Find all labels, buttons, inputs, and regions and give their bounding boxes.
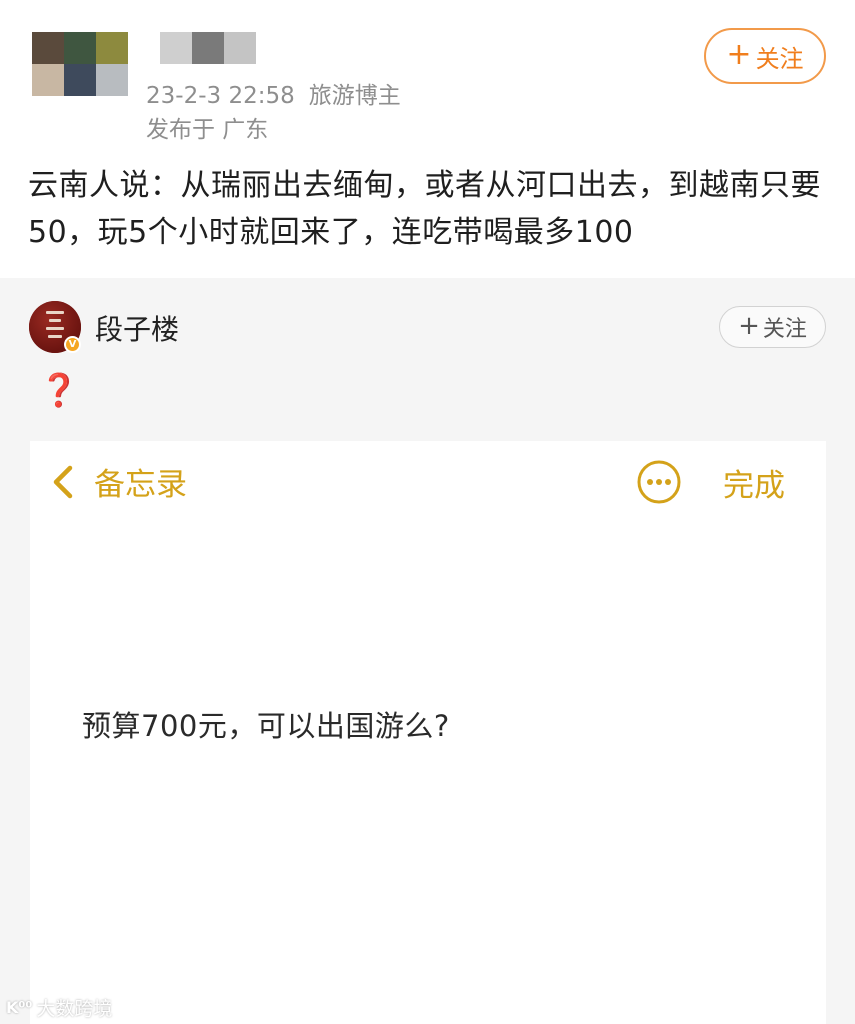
- repost-follow-button[interactable]: + 关注: [719, 306, 826, 348]
- watermark: K⁰⁰ 大数跨境: [6, 994, 112, 1021]
- note-body-text[interactable]: 预算700元，可以出国游么?: [82, 703, 450, 745]
- repost-card: V 段子楼 + 关注 ❓ 备忘录 完成 预算700元，可以出国游么?: [0, 278, 855, 1024]
- watermark-text: 大数跨境: [36, 998, 113, 1020]
- notes-app-screenshot: 备忘录 完成 预算700元，可以出国游么?: [30, 441, 826, 1024]
- repost-author-name[interactable]: 段子楼: [95, 308, 179, 348]
- author-avatar-pixelated[interactable]: [32, 32, 128, 96]
- watermark-logo: K⁰⁰: [6, 998, 33, 1017]
- chevron-left-icon: [53, 465, 73, 498]
- follow-button[interactable]: + 关注: [704, 28, 826, 84]
- repost-follow-label: 关注: [762, 317, 807, 342]
- repost-author-avatar[interactable]: V: [29, 301, 81, 353]
- post-text: 云南人说：从瑞丽出去缅甸，或者从河口出去，到越南只要50，玩5个小时就回来了，连…: [28, 168, 821, 250]
- plus-icon: +: [726, 37, 752, 72]
- follow-button-label: 关注: [755, 44, 804, 73]
- done-button[interactable]: 完成: [723, 460, 785, 505]
- question-mark-emoji: ❓: [39, 371, 79, 409]
- notes-back-button[interactable]: 备忘录: [44, 459, 187, 504]
- ellipsis-circle-icon[interactable]: [636, 459, 682, 505]
- plus-icon: +: [738, 311, 760, 341]
- verified-v-icon: V: [64, 336, 81, 353]
- post-card: 23-2-3 22:58 旅游博主 发布于 广东 + 关注 云南人说：从瑞丽出去缅…: [0, 0, 855, 278]
- author-tag: 旅游博主: [308, 83, 401, 109]
- notes-back-label: 备忘录: [94, 467, 187, 503]
- author-name-pixelated[interactable]: [160, 32, 256, 64]
- post-meta: 23-2-3 22:58 旅游博主: [146, 76, 401, 110]
- post-timestamp: 23-2-3 22:58: [146, 83, 295, 109]
- post-location: 发布于 广东: [146, 117, 269, 143]
